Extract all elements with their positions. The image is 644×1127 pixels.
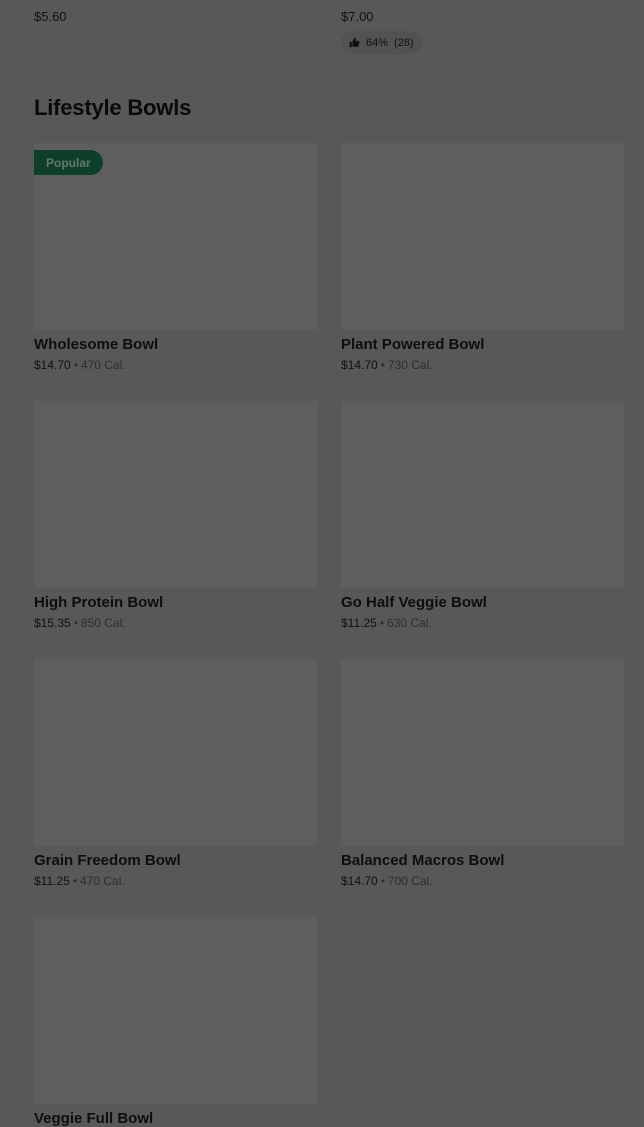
item-meta: $11.25 • 470 Cal.: [34, 874, 317, 888]
item-price: $15.35: [34, 616, 71, 630]
item-calories: 470 Cal.: [80, 358, 126, 372]
item-image: [341, 659, 624, 846]
item-meta: $14.70 • 730 Cal.: [341, 358, 624, 372]
item-image: [34, 917, 317, 1104]
item-price: $14.70: [341, 358, 378, 372]
meta-separator: •: [72, 874, 78, 888]
item-price: $14.70: [341, 874, 378, 888]
item-meta: $11.25 • 630 Cal.: [341, 616, 624, 630]
item-name: Go Half Veggie Bowl: [341, 594, 487, 611]
menu-card-go-half-veggie-bowl[interactable]: Go Half Veggie Bowl $11.25 • 630 Cal.: [341, 401, 624, 630]
item-calories: 470 Cal.: [80, 874, 125, 888]
item-name: Grain Freedom Bowl: [34, 852, 181, 869]
menu-card-grain-freedom-bowl[interactable]: Grain Freedom Bowl $11.25 • 470 Cal.: [34, 659, 317, 888]
menu-card-wholesome-bowl[interactable]: Popular Wholesome Bowl $14.70 • 470 Cal.: [34, 143, 317, 372]
item-name: Plant Powered Bowl: [341, 336, 485, 353]
item-image: Popular: [34, 143, 317, 330]
item-calories: 630 Cal.: [387, 616, 432, 630]
section-title: Lifestyle Bowls: [34, 95, 192, 120]
item-calories: 730 Cal.: [387, 358, 433, 372]
item-price: $11.25: [341, 616, 377, 630]
item-image: [34, 659, 317, 846]
item-price: $14.70: [34, 358, 71, 372]
item-price: $11.25: [34, 874, 70, 888]
item-meta: $15.35 • 850 Cal.: [34, 616, 317, 630]
meta-separator: •: [73, 616, 78, 630]
menu-card-high-protein-bowl[interactable]: High Protein Bowl $15.35 • 850 Cal.: [34, 401, 317, 630]
item-meta: $14.70 • 470 Cal.: [34, 358, 317, 372]
item-name: Veggie Full Bowl: [34, 1110, 154, 1127]
item-name: Wholesome Bowl: [34, 336, 159, 353]
meta-separator: •: [379, 616, 385, 630]
previous-item-price: $5.60: [34, 9, 67, 24]
item-image: [341, 143, 624, 330]
meta-separator: •: [380, 874, 385, 888]
meta-separator: •: [73, 358, 78, 372]
item-image: [341, 401, 624, 588]
item-calories: 850 Cal.: [80, 616, 126, 630]
menu-card-balanced-macros-bowl[interactable]: Balanced Macros Bowl $14.70 • 700 Cal.: [341, 659, 624, 888]
rating-badge: 64% (28): [341, 31, 422, 54]
menu-card-plant-powered-bowl[interactable]: Plant Powered Bowl $14.70 • 730 Cal.: [341, 143, 624, 372]
thumbs-up-icon: [349, 37, 360, 48]
item-meta: $14.70 • 700 Cal.: [341, 874, 624, 888]
item-name: Balanced Macros Bowl: [341, 852, 505, 869]
item-image: [34, 401, 317, 588]
rating-percent: 64%: [366, 36, 389, 49]
menu-card-veggie-full-bowl[interactable]: Veggie Full Bowl: [34, 917, 317, 1127]
previous-item-price: $7.00: [341, 9, 374, 24]
item-calories: 700 Cal.: [387, 874, 433, 888]
rating-count: (28): [394, 36, 414, 49]
item-name: High Protein Bowl: [34, 594, 164, 611]
meta-separator: •: [380, 358, 385, 372]
popular-badge: Popular: [34, 150, 103, 175]
